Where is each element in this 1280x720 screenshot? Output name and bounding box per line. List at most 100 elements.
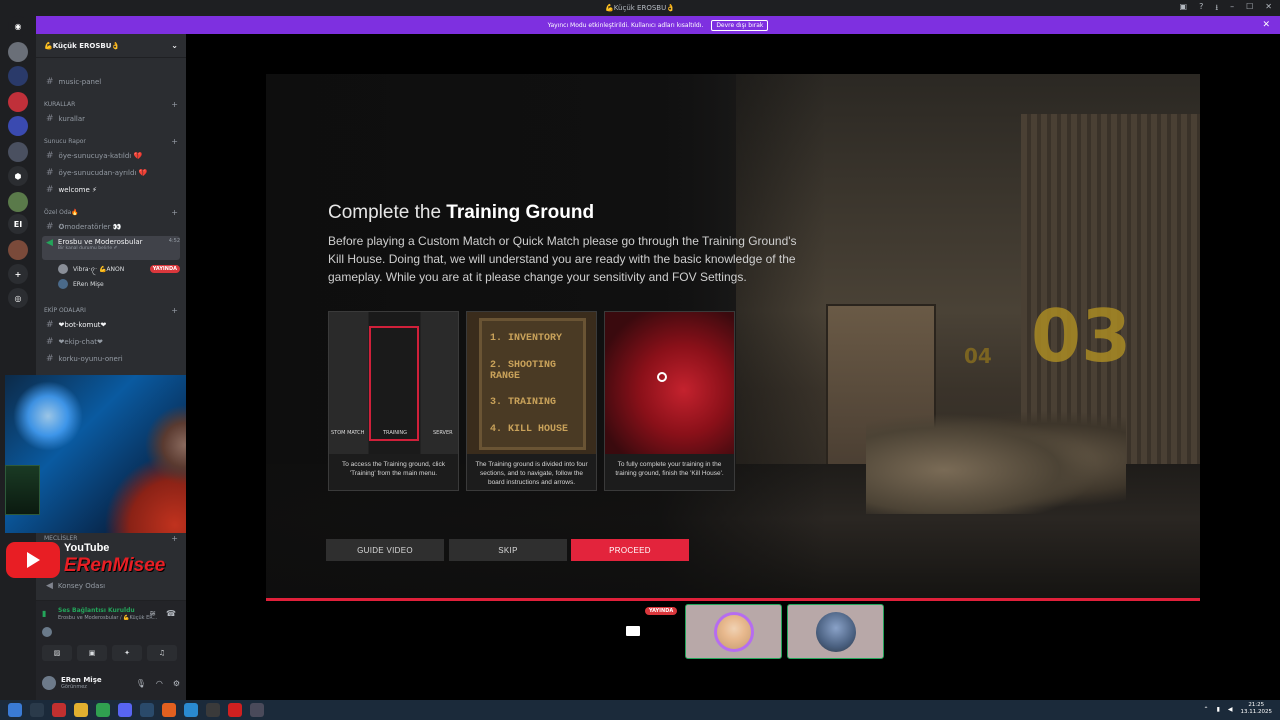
signal-icon[interactable]: ▮: [42, 609, 46, 618]
channel-katildi[interactable]: # öye-sunucuya-katıldı 💔: [42, 148, 180, 163]
category-rapor[interactable]: Sunucu Rapor +: [44, 135, 178, 147]
server-icon[interactable]: ⬢: [8, 166, 28, 186]
camera-off-button[interactable]: ▨: [42, 645, 72, 661]
screen-share-button[interactable]: ▣: [77, 645, 107, 661]
discord-home-icon[interactable]: ◉: [8, 16, 28, 36]
clock-date: 13.11.2025: [1240, 709, 1273, 715]
participant-tile[interactable]: [685, 604, 782, 659]
add-channel-icon[interactable]: +: [171, 208, 178, 217]
firefox-icon[interactable]: [162, 703, 176, 717]
skip-button[interactable]: SKIP: [449, 539, 567, 561]
banner-text: Yayıncı Modu etkinleştirildi. Kullanıcı …: [547, 21, 704, 29]
category-label: EKİP ODALARI: [44, 306, 86, 314]
highlight-frame: [369, 326, 419, 441]
window-controls: ▣ ? ⭳ – ☐ ✕: [1180, 2, 1273, 16]
voice-user[interactable]: Vibra·ꪖ· 💪ANON YAYINDA: [58, 262, 180, 276]
category-kurallar[interactable]: KURALLAR +: [44, 98, 178, 110]
chrome-icon[interactable]: [96, 703, 110, 717]
chevron-up-icon[interactable]: ⌃: [1204, 706, 1209, 713]
settings-gear-icon[interactable]: ⚙: [173, 679, 180, 688]
voice-user[interactable]: ERen Mişe: [58, 277, 180, 291]
chevron-down-icon[interactable]: ⌄: [171, 41, 178, 50]
channel-label: ✪moderatörler 👀: [58, 222, 122, 231]
participant-tile[interactable]: [787, 604, 884, 659]
close-icon[interactable]: ✕: [1265, 2, 1272, 16]
add-channel-icon[interactable]: +: [171, 137, 178, 146]
microphone-icon[interactable]: 🎙︎: [136, 679, 146, 688]
activities-button[interactable]: ✦: [112, 645, 142, 661]
proceed-button[interactable]: PROCEED: [571, 539, 689, 561]
channel-korku[interactable]: # korku-oyunu-oneri: [42, 351, 180, 366]
explorer-icon[interactable]: [74, 703, 88, 717]
hash-icon: #: [46, 76, 54, 87]
channel-ayrildi[interactable]: # öye-sunucudan-ayrıldı 💔: [42, 165, 180, 180]
voice-status[interactable]: Ses Bağlantısı Kuruldu: [58, 607, 135, 614]
channel-label: kurallar: [58, 114, 86, 123]
disable-streamer-mode-button[interactable]: Devre dışı bırak: [711, 19, 769, 31]
server-icon[interactable]: [8, 66, 28, 86]
start-icon[interactable]: [8, 703, 22, 717]
explore-icon[interactable]: ◎: [8, 288, 28, 308]
channel-welcome[interactable]: # welcome ⚡: [42, 182, 180, 197]
app-icon[interactable]: [250, 703, 264, 717]
youtube-watermark: YouTube ERenMisee: [6, 540, 206, 580]
opera-icon[interactable]: [228, 703, 242, 717]
window-title: 💪Küçük EROSBU👌: [605, 4, 675, 12]
channel-konsey[interactable]: ◀ Konsey Odası: [42, 578, 180, 593]
app-icon[interactable]: [184, 703, 198, 717]
soundboard-button[interactable]: ♫: [147, 645, 177, 661]
headphones-icon[interactable]: ◠: [156, 679, 163, 688]
server-icon[interactable]: [8, 240, 28, 260]
instruction-board: 1. INVENTORY 2. SHOOTING RANGE 3. TRAINI…: [479, 318, 586, 450]
disconnect-icon[interactable]: ☎: [166, 609, 176, 618]
network-icon[interactable]: ▮: [1217, 706, 1220, 713]
stream-tile[interactable]: YAYINDA: [616, 604, 678, 659]
guide-video-button[interactable]: GUIDE VIDEO: [326, 539, 444, 561]
category-label: Özel Oda🔥: [44, 208, 79, 216]
discord-icon[interactable]: [118, 703, 132, 717]
app-icon[interactable]: [206, 703, 220, 717]
add-channel-icon[interactable]: +: [171, 306, 178, 315]
clock[interactable]: 21:25 13.11.2025: [1241, 702, 1273, 716]
task-view-icon[interactable]: [30, 703, 44, 717]
server-icon[interactable]: [8, 192, 28, 212]
volume-icon[interactable]: ◀: [1228, 706, 1233, 713]
channel-music-panel[interactable]: # music-panel: [42, 74, 180, 89]
server-icon[interactable]: [8, 92, 28, 112]
voice-channel-active[interactable]: ◀ Erosbu ve Moderosbular 4:52 Bir kanal d…: [42, 236, 180, 260]
add-channel-icon[interactable]: +: [171, 100, 178, 109]
user-avatar[interactable]: [42, 676, 56, 690]
category-label: KURALLAR: [44, 100, 76, 108]
banner-close-icon[interactable]: ✕: [1262, 20, 1270, 30]
server-icon[interactable]: [8, 142, 28, 162]
card-caption: To access the Training ground, click 'Tr…: [342, 461, 445, 477]
card-image: 1. INVENTORY 2. SHOOTING RANGE 3. TRAINI…: [467, 312, 596, 454]
container-number-small: 04: [964, 344, 992, 368]
download-icon[interactable]: ⭳: [1215, 2, 1218, 16]
channel-label: ❤bot-komut❤: [58, 320, 107, 329]
server-header[interactable]: 💪Küçük EROSBU👌 ⌄: [36, 34, 186, 58]
channel-moderatorler[interactable]: # ✪moderatörler 👀: [42, 219, 180, 234]
user-status: Görünmez: [61, 684, 87, 690]
category-ekip[interactable]: EKİP ODALARI +: [44, 304, 178, 316]
youtube-logo-icon: [6, 542, 60, 578]
server-initials-icon[interactable]: EI: [8, 214, 28, 234]
server-icon[interactable]: [8, 116, 28, 136]
channel-kurallar[interactable]: # kurallar: [42, 111, 180, 126]
category-ozel-oda[interactable]: Özel Oda🔥 +: [44, 206, 178, 218]
noise-suppression-icon[interactable]: ≋: [149, 609, 156, 618]
info-card-menu: STOM MATCH TRAINING SERVER To access the…: [328, 311, 459, 491]
app-icon[interactable]: [52, 703, 66, 717]
user-name[interactable]: ERen Mişe: [61, 676, 102, 684]
channel-ekip-chat[interactable]: # ❤ekip-chat❤: [42, 334, 180, 349]
server-icon[interactable]: [8, 42, 28, 62]
steam-icon[interactable]: [140, 703, 154, 717]
add-server-icon[interactable]: +: [8, 264, 28, 284]
inbox-icon[interactable]: ▣: [1180, 2, 1188, 16]
clock-time: 21:25: [1248, 702, 1265, 708]
channel-bot-komut[interactable]: # ❤bot-komut❤: [42, 317, 180, 332]
minimize-icon[interactable]: –: [1230, 2, 1234, 16]
maximize-icon[interactable]: ☐: [1246, 2, 1253, 16]
help-icon[interactable]: ?: [1199, 2, 1203, 16]
voice-channel-status[interactable]: Bir kanal durumu belirle ✐: [58, 246, 180, 251]
